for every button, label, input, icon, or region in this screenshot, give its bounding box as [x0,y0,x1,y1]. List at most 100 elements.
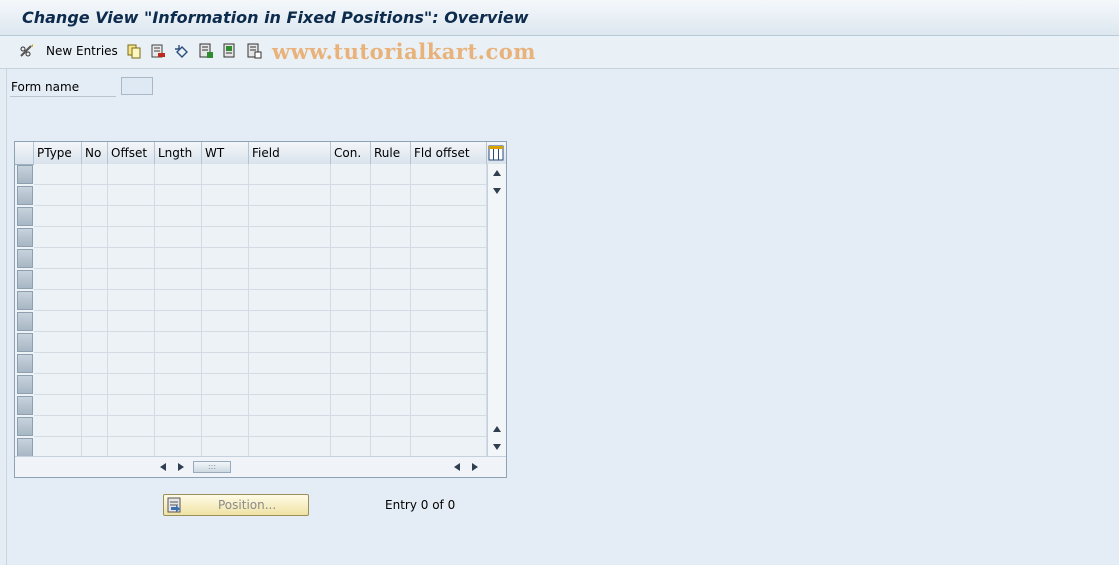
scroll-up-icon[interactable] [492,169,502,177]
table-cell[interactable] [82,269,108,290]
table-cell[interactable] [202,395,249,416]
table-cell[interactable] [249,290,331,311]
table-cell[interactable] [108,311,155,332]
table-cell[interactable] [411,290,487,311]
copy-icon[interactable] [126,43,142,59]
table-cell[interactable] [331,185,371,206]
table-cell[interactable] [249,416,331,437]
table-cell[interactable] [108,395,155,416]
table-cell[interactable] [331,269,371,290]
column-header-field[interactable]: Field [249,142,331,164]
row-selector[interactable] [17,396,33,415]
row-selector[interactable] [17,354,33,373]
row-selector[interactable] [17,249,33,268]
table-cell[interactable] [155,332,202,353]
table-cell[interactable] [331,248,371,269]
table-cell[interactable] [108,269,155,290]
scroll-page-down-icon[interactable] [492,187,502,195]
select-all-icon[interactable] [198,43,214,59]
table-cell[interactable] [82,395,108,416]
form-name-input[interactable] [121,77,153,95]
table-cell[interactable] [108,164,155,185]
table-cell[interactable] [411,227,487,248]
table-cell[interactable] [371,248,411,269]
table-cell[interactable] [82,227,108,248]
table-cell[interactable] [34,332,82,353]
column-header-no[interactable]: No [82,142,108,164]
table-cell[interactable] [108,374,155,395]
column-header-wt[interactable]: WT [202,142,249,164]
table-cell[interactable] [331,206,371,227]
table-cell[interactable] [202,269,249,290]
table-cell[interactable] [108,206,155,227]
table-cell[interactable] [371,395,411,416]
table-cell[interactable] [371,311,411,332]
table-cell[interactable] [202,437,249,458]
column-header-rule[interactable]: Rule [371,142,411,164]
row-selector[interactable] [17,312,33,331]
table-cell[interactable] [34,353,82,374]
table-cell[interactable] [82,206,108,227]
table-cell[interactable] [411,206,487,227]
table-cell[interactable] [202,164,249,185]
table-cell[interactable] [155,395,202,416]
table-cell[interactable] [108,290,155,311]
table-cell[interactable] [34,416,82,437]
table-cell[interactable] [411,269,487,290]
position-button[interactable]: Position... [163,494,309,516]
table-cell[interactable] [371,374,411,395]
table-cell[interactable] [34,395,82,416]
table-cell[interactable] [34,374,82,395]
deselect-all-icon[interactable] [246,43,262,59]
table-cell[interactable] [249,248,331,269]
table-cell[interactable] [371,206,411,227]
table-cell[interactable] [411,395,487,416]
table-cell[interactable] [331,227,371,248]
table-cell[interactable] [371,185,411,206]
table-cell[interactable] [411,185,487,206]
row-selector[interactable] [17,186,33,205]
table-cell[interactable] [155,269,202,290]
row-selector[interactable] [17,438,33,457]
table-cell[interactable] [155,164,202,185]
table-cell[interactable] [249,395,331,416]
row-selector[interactable] [17,417,33,436]
table-cell[interactable] [202,227,249,248]
table-cell[interactable] [34,227,82,248]
column-header-lngth[interactable]: Lngth [155,142,202,164]
table-cell[interactable] [82,437,108,458]
table-cell[interactable] [155,311,202,332]
table-cell[interactable] [371,353,411,374]
horizontal-scrollbar[interactable]: ::: [15,456,506,477]
table-cell[interactable] [331,416,371,437]
table-cell[interactable] [82,332,108,353]
table-cell[interactable] [371,227,411,248]
new-entries-button[interactable]: New Entries [46,44,118,58]
table-cell[interactable] [108,416,155,437]
scroll-right-icon[interactable] [177,462,185,472]
undo-icon[interactable] [174,43,190,59]
scroll-left-end-icon[interactable] [453,462,461,472]
table-cell[interactable] [249,311,331,332]
table-cell[interactable] [82,290,108,311]
table-cell[interactable] [34,206,82,227]
row-selector[interactable] [17,333,33,352]
table-cell[interactable] [34,164,82,185]
table-cell[interactable] [411,311,487,332]
table-cell[interactable] [202,248,249,269]
table-cell[interactable] [155,290,202,311]
table-cell[interactable] [155,206,202,227]
row-selector[interactable] [17,375,33,394]
table-cell[interactable] [155,437,202,458]
table-cell[interactable] [331,332,371,353]
table-cell[interactable] [249,227,331,248]
scroll-right-end-icon[interactable] [471,462,479,472]
table-cell[interactable] [108,353,155,374]
table-cell[interactable] [202,416,249,437]
row-selector[interactable] [17,291,33,310]
delete-icon[interactable] [150,43,166,59]
table-cell[interactable] [34,185,82,206]
table-cell[interactable] [82,185,108,206]
table-cell[interactable] [411,416,487,437]
select-block-icon[interactable] [222,43,238,59]
